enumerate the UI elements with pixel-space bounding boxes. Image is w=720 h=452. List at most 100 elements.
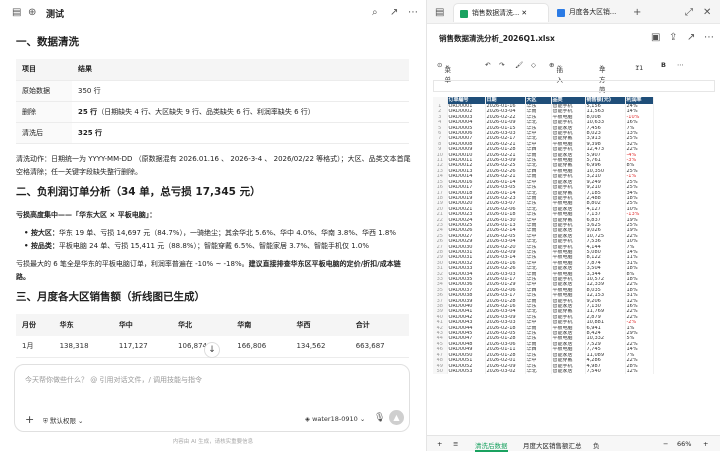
table-cell: 25 行（日期缺失 4 行、大区缺失 9 行、品类缺失 6 行、利润率缺失 6 … — [72, 101, 409, 123]
sheet-icon — [557, 9, 565, 17]
table-cell: 350 行 — [72, 80, 409, 102]
table-cell: 删除 — [16, 101, 72, 123]
bullet-label: 按大区： — [30, 228, 59, 237]
sidebar-icon[interactable]: ▤ — [435, 8, 444, 18]
undo-icon[interactable]: ↶ — [485, 61, 490, 69]
zoom-level: 66% — [677, 440, 692, 448]
expand-icon[interactable]: ⤢ — [685, 8, 693, 18]
grid-cell[interactable]: 智能家居 — [551, 368, 586, 375]
section-title-cleaning: 一、数据清洗 — [16, 36, 79, 48]
chat-panel: ▤ ⊕ 测试 ⌕ ↗ ⋯ 一、数据清洗 项目 结果 原始数据 350 行 删除 25 … — [0, 0, 426, 451]
more-toolbar-icon[interactable]: ⋯ — [677, 61, 684, 69]
bullet-text: 华东 19 单、亏损 14,697 元（84.7%），一骑绝尘；其余华北 5.6… — [58, 228, 396, 237]
grid-cell[interactable]: 7,540 — [585, 368, 626, 375]
list-item: 按品类：平板电脑 24 单、亏损 15,411 元（88.8%）；智能穿戴 6.… — [24, 240, 412, 253]
table-cell: 138,318 — [53, 335, 113, 358]
loss-heading: 亏损高度集中——「华东大区 × 平板电脑」： — [16, 210, 157, 219]
column-header[interactable]: 日期 — [485, 97, 526, 104]
table-cell: 117,127 — [112, 335, 173, 358]
tab-bar: ▤ 销售数据清洗... ✕ 月度各大区销... + ⤢ ✕ — [427, 0, 720, 24]
grid-cell[interactable]: 12% — [625, 368, 654, 375]
more-icon[interactable]: ⋯ — [408, 8, 418, 18]
grid-cell[interactable]: ORD0053 — [447, 368, 486, 375]
clear-format-icon[interactable]: ◇ — [531, 61, 536, 69]
ai-disclaimer: 内容由 AI 生成，请核实重要信息 — [172, 439, 254, 445]
sheet-icon — [460, 10, 468, 18]
column-header[interactable]: 销售额(元) — [585, 97, 626, 104]
bold-icon[interactable]: B — [661, 61, 666, 69]
insert-button[interactable]: ⊕ 插入 ⌄ — [549, 61, 563, 84]
column-header[interactable]: 订单编号 — [447, 97, 486, 104]
formula-bar[interactable] — [433, 80, 715, 92]
bullet-text: 平板电脑 24 单、亏损 15,411 元（88.8%）；智能穿戴 6.5%、智… — [58, 241, 369, 250]
table-cell: 663,687 — [349, 335, 409, 358]
save-icon[interactable]: ▣ — [651, 33, 660, 43]
sheet-tab-monthly[interactable]: 月度大区销售额汇总 — [523, 440, 582, 450]
upload-icon[interactable]: ⇪ — [669, 33, 677, 43]
model-label: water18-0910 — [312, 415, 358, 423]
share-icon[interactable]: ↗ — [687, 33, 695, 43]
spreadsheet-panel: ▤ 销售数据清洗... ✕ 月度各大区销... + ⤢ ✕ 销售数据清洗分析_2… — [426, 0, 720, 452]
close-icon[interactable]: ✕ — [703, 8, 711, 18]
menu-button[interactable]: ⊙ 菜单 ⌄ — [437, 61, 451, 84]
sheet-tab-loss[interactable]: 负 — [593, 440, 600, 450]
grid-cell[interactable]: 华北 — [525, 368, 552, 375]
model-select[interactable]: ◈ water18-0910 ⌄ — [305, 415, 365, 423]
table-header: 华南 — [231, 313, 291, 336]
table-cell: 原始数据 — [16, 80, 72, 102]
composer[interactable]: 今天帮你做些什么？ @ 引用对话文件，/ 调用技能与指令 + ⛨ 默认权限 ⌄ … — [14, 364, 410, 432]
tab-monthly[interactable]: 月度各大区销... — [551, 3, 629, 22]
sheet-toolbar: ⊙ 菜单 ⌄ ↶ ↷ 🖌 ◇ ⊕ 插入 ⌄ 苹方-简 ⌄ 11 ⌄ B ⋯ — [433, 58, 715, 94]
composer-input[interactable]: 今天帮你做些什么？ @ 引用对话文件，/ 调用技能与指令 — [25, 375, 202, 385]
loss-conclusion: 亏损最大的 6 笔全是华东的平板电脑订单，利润率普遍在 -10% ~ -18%。… — [16, 258, 412, 284]
add-tab-icon[interactable]: + — [633, 8, 641, 18]
zoom-in-icon[interactable]: + — [703, 440, 708, 448]
microphone-icon[interactable]: 🎙 — [374, 413, 385, 423]
table-cell: 134,562 — [290, 335, 350, 358]
add-sheet-icon[interactable]: + — [437, 440, 442, 448]
cleaning-note: 清洗动作：日期统一为 YYYY-MM-DD （原数据混有 2026.01.16 … — [16, 154, 411, 176]
more-icon[interactable]: ⋯ — [704, 33, 714, 43]
section-title-sales: 三、月度各大区销售额（折线图已生成） — [16, 290, 205, 303]
column-header[interactable]: 利润率 — [625, 97, 654, 104]
spreadsheet-grid[interactable]: 订单编号 日期 大区 品类 销售额(元) 利润率 1 ORD0001 2026-01-16 华东… — [433, 97, 715, 433]
column-header[interactable]: 大区 — [525, 97, 552, 104]
table-cell: 325 行 — [72, 122, 409, 144]
size-label: 11 — [635, 64, 644, 72]
list-item: 按大区：华东 19 单、亏损 14,697 元（84.7%），一骑绝尘；其余华北… — [24, 227, 412, 240]
table-header: 合计 — [349, 313, 409, 336]
sheet-tab-cleaned[interactable]: 清洗后数据 — [475, 440, 508, 452]
add-icon[interactable]: + — [25, 413, 34, 426]
font-select[interactable]: 苹方-简 ⌄ — [599, 61, 608, 94]
format-painter-icon[interactable]: 🖌 — [515, 61, 523, 69]
file-name: 销售数据清洗分析_2026Q1.xlsx — [439, 34, 555, 43]
permission-select[interactable]: ⛨ 默认权限 ⌄ — [43, 415, 83, 426]
sidebar-toggle-icon[interactable]: ▤ — [12, 8, 21, 18]
table-header: 月份 — [16, 313, 54, 336]
table-cell: 清洗后 — [16, 122, 72, 144]
chat-topbar: ▤ ⊕ 测试 ⌕ ↗ ⋯ — [0, 0, 426, 26]
size-select[interactable]: 11 ⌄ — [635, 61, 644, 72]
tab-cleaning[interactable]: 销售数据清洗... ✕ — [453, 3, 549, 22]
table-cell: 1月 — [16, 335, 54, 358]
bullet-label: 按品类： — [30, 241, 59, 250]
share-icon[interactable]: ↗ — [390, 8, 398, 18]
send-button[interactable]: ▲ — [389, 410, 404, 425]
table-header: 华北 — [172, 313, 232, 336]
sheet-list-icon[interactable]: ≡ — [453, 440, 458, 448]
conclusion-text: 亏损最大的 6 笔全是华东的平板电脑订单，利润率普遍在 -10% ~ -18%。 — [16, 259, 249, 268]
search-icon[interactable]: ⌕ — [372, 8, 378, 18]
tab-label: 销售数据清洗... — [472, 9, 520, 17]
permission-label: 默认权限 — [49, 417, 76, 425]
new-chat-icon[interactable]: ⊕ — [28, 8, 36, 18]
grid-cell[interactable]: 2026-03-02 — [485, 368, 526, 375]
sheet-tab-bar: + ≡ 清洗后数据 月度大区销售额汇总 负 − 66% + — [427, 435, 720, 452]
scroll-down-button[interactable]: ↓ — [204, 342, 220, 358]
table-header: 华东 — [53, 313, 113, 336]
deleted-count: 25 行 — [78, 107, 98, 116]
table-row: 清洗后 325 行 — [16, 122, 409, 144]
column-header[interactable]: 品类 — [551, 97, 586, 104]
row-number[interactable]: 50 — [433, 368, 448, 375]
redo-icon[interactable]: ↷ — [499, 61, 504, 69]
zoom-out-icon[interactable]: − — [663, 440, 668, 448]
